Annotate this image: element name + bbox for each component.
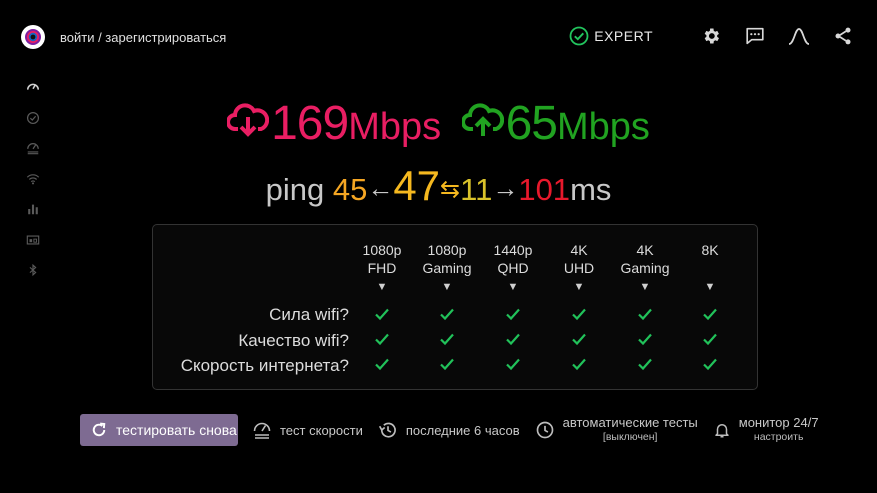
speed-test-icon xyxy=(253,422,271,439)
ping-arrow-right: → xyxy=(492,173,519,203)
share-button[interactable] xyxy=(831,24,855,48)
graph-icon xyxy=(788,28,810,45)
settings-icon xyxy=(704,28,719,44)
history-button[interactable]: последние 6 часов xyxy=(378,420,520,440)
bell-icon xyxy=(715,424,729,438)
row-label-wifi-strength: Сила wifi? xyxy=(269,305,349,324)
ping-min: 45 xyxy=(332,172,368,207)
column-header: 4K UHD ▼ xyxy=(544,241,614,297)
retest-button[interactable]: тестировать снова xyxy=(80,414,238,446)
row-label-wifi-quality: Качество wifi? xyxy=(238,331,349,350)
feedback-button[interactable] xyxy=(743,24,767,48)
check-circle-icon xyxy=(569,26,589,46)
ping-label: ping xyxy=(265,172,325,207)
download-unit: Mbps xyxy=(348,106,442,148)
column-header: 8K ▼ xyxy=(675,241,745,297)
monitor-label: монитор 24/7 xyxy=(738,415,819,430)
column-arrow: ▼ xyxy=(507,281,519,293)
column-arrow: ▼ xyxy=(639,281,651,293)
network-icon xyxy=(26,234,40,245)
share-icon xyxy=(835,27,851,45)
top-toolbar: EXPERT xyxy=(569,24,855,48)
ping-avg: 47 xyxy=(393,162,441,209)
row-label-internet-speed: Скорость интернета? xyxy=(180,356,349,375)
quality-card: 1080p FHD ▼ 1080p Gaming ▼ 1440p QHD ▼ 4… xyxy=(152,224,758,390)
ping-jitter: 11 xyxy=(460,172,493,207)
retest-label: тестировать снова xyxy=(116,422,237,438)
ping-unit: ms xyxy=(570,172,612,207)
logo-icon xyxy=(25,29,41,45)
check-icon xyxy=(572,308,586,321)
column-header: 1080p FHD ▼ xyxy=(347,241,417,297)
ping-max: 101 xyxy=(518,172,571,207)
check-icon xyxy=(375,308,389,321)
history-icon xyxy=(378,422,396,438)
action-bar: тестировать снова тест скорости последни… xyxy=(80,413,877,447)
column-arrow: ▼ xyxy=(573,281,585,293)
check-icon xyxy=(440,333,454,346)
check-icon xyxy=(703,358,717,371)
refresh-icon xyxy=(92,422,106,437)
speedtest-button[interactable]: тест скорости xyxy=(252,420,363,440)
ping-arrow-left: ← xyxy=(367,173,394,203)
download-value: 169 xyxy=(271,97,349,150)
expert-label: EXPERT xyxy=(594,28,653,44)
check-icon xyxy=(703,308,717,321)
check-icon xyxy=(375,333,389,346)
check-icon xyxy=(703,333,717,346)
check-icon xyxy=(572,358,586,371)
auto-tests-button[interactable]: автоматические тесты [выключен] xyxy=(535,415,698,445)
check-icon xyxy=(506,308,520,321)
check-icon xyxy=(440,358,454,371)
upload-value: 65 xyxy=(505,97,558,150)
sidebar-item-network[interactable] xyxy=(24,231,42,249)
upload-unit: Mbps xyxy=(556,106,650,148)
check-icon xyxy=(506,358,520,371)
upload-cloud-icon xyxy=(461,102,504,136)
bluetooth-icon xyxy=(29,263,37,277)
column-arrow: ▼ xyxy=(704,281,716,293)
column-arrow: ▼ xyxy=(376,281,388,293)
speed-results: 169 Mbps 65 Mbps xyxy=(0,96,877,151)
check-icon xyxy=(638,333,652,346)
clock-icon xyxy=(536,421,553,439)
check-icon xyxy=(506,333,520,346)
sidebar-item-bluetooth[interactable] xyxy=(24,261,42,279)
download-speed: 169 Mbps xyxy=(227,96,441,151)
auto-tests-label: автоматические тесты xyxy=(562,415,698,430)
column-header: 1440p QHD ▼ xyxy=(478,241,548,297)
sidebar-item-speed[interactable] xyxy=(24,78,42,96)
history-label: последние 6 часов xyxy=(405,422,520,438)
auto-tests-status: [выключен] xyxy=(602,431,658,443)
graph-button[interactable] xyxy=(787,24,811,48)
check-icon xyxy=(638,308,652,321)
settings-button[interactable] xyxy=(699,24,723,48)
speedometer-icon xyxy=(26,83,40,90)
speedtest-label: тест скорости xyxy=(280,422,363,438)
login-link[interactable]: войти / зарегистрироваться xyxy=(60,30,226,45)
check-icon xyxy=(440,308,454,321)
download-cloud-icon xyxy=(227,102,270,137)
check-icon xyxy=(638,358,652,371)
feedback-icon xyxy=(746,27,764,45)
ping-results: ping 45←47⇆11→101ms xyxy=(0,162,877,210)
ping-arrow-both: ⇆ xyxy=(440,176,461,203)
column-header: 1080p Gaming ▼ xyxy=(412,241,482,297)
column-arrow: ▼ xyxy=(441,281,453,293)
check-icon xyxy=(375,358,389,371)
monitor-sub: настроить xyxy=(753,431,804,443)
expert-toggle[interactable]: EXPERT xyxy=(569,26,653,46)
column-header: 4K Gaming ▼ xyxy=(610,241,680,297)
check-icon xyxy=(572,333,586,346)
monitor-button[interactable]: монитор 24/7 настроить xyxy=(713,415,819,445)
upload-speed: 65 Mbps xyxy=(461,96,650,151)
app-logo[interactable] xyxy=(21,25,45,49)
